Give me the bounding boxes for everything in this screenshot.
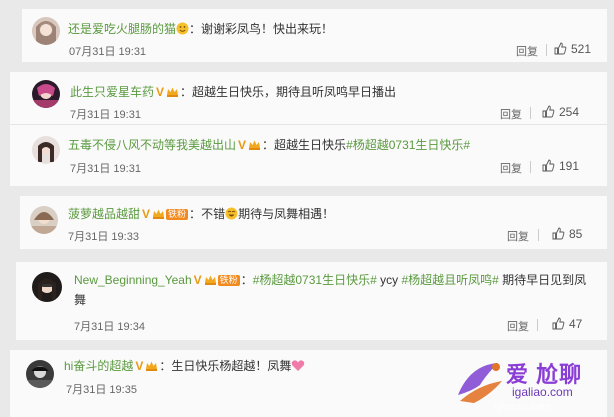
reply-button[interactable]: 回复 — [500, 106, 522, 122]
like-button[interactable]: 191 — [542, 159, 579, 173]
comment-line: hi奋斗的超越 V ：生日快乐杨超越！凤舞 — [64, 358, 305, 374]
reply-button[interactable]: 回复 — [516, 43, 538, 59]
divider — [530, 107, 531, 119]
like-count: 191 — [559, 159, 580, 173]
thumbs-up-icon — [552, 227, 565, 240]
heart-emoji-icon — [291, 359, 305, 372]
site-watermark: 爱 尬聊 igaliao.com qkouru.com — [450, 355, 610, 415]
comment-text: 期待早日见到凤 — [502, 273, 587, 287]
username-link[interactable]: 菠萝越品越甜 — [68, 207, 140, 221]
verified-v-icon: V — [135, 359, 144, 373]
divider — [546, 44, 547, 56]
crown-icon — [166, 86, 179, 97]
smile-emoji-icon — [176, 22, 189, 35]
like-count: 521 — [571, 42, 592, 56]
crown-icon — [152, 208, 165, 219]
fan-medal-badge: 铁粉 — [217, 275, 240, 286]
thumbs-up-icon — [542, 105, 555, 118]
avatar[interactable] — [32, 17, 60, 45]
verified-v-icon: V — [193, 273, 202, 287]
comment-text: 生日快乐杨超越！凤舞 — [171, 359, 292, 373]
verified-v-icon: V — [238, 138, 247, 152]
crown-icon — [248, 139, 261, 150]
username-link[interactable]: hi奋斗的超越 — [64, 359, 133, 373]
comment-text: 不错 — [201, 207, 226, 221]
comment-card: New_Beginning_Yeah V 铁粉 ：#杨超越0731生日快乐# ycy … — [16, 262, 607, 340]
like-button[interactable]: 47 — [552, 317, 582, 331]
comment-card: 还是爱吃火腿肠的猫 ：谢谢彩凤鸟！快出来玩！ 07月31日 19:31 回复 52… — [22, 9, 607, 62]
comment-text: 超越生日快乐 — [274, 138, 347, 152]
comment-text: 期待与凤舞相遇！ — [238, 207, 335, 221]
hashtag-link[interactable]: #杨超越0731生日快乐# — [346, 138, 470, 152]
comment-text-wrap: 舞 — [74, 293, 87, 307]
fan-medal-badge: 铁粉 — [166, 209, 189, 220]
comment-timestamp: 7月31日 19:31 — [70, 109, 141, 121]
avatar[interactable] — [32, 80, 60, 108]
comment-card: 菠萝越品越甜 V 铁粉 ：不错 期待与凤舞相遇！ 7月31日 19:33 回复 85 — [20, 196, 607, 249]
reply-button[interactable]: 回复 — [507, 318, 529, 334]
comment-line: New_Beginning_Yeah V 铁粉 ：#杨超越0731生日快乐# ycy … — [74, 273, 587, 287]
crown-icon — [204, 274, 217, 285]
comment-card: 五毒不侵八风不动等我美越出山 V ：超越生日快乐#杨超越0731生日快乐# 7月31… — [10, 124, 607, 186]
comment-line: 五毒不侵八风不动等我美越出山 V ：超越生日快乐#杨超越0731生日快乐# — [68, 138, 471, 152]
comment-timestamp: 7月31日 19:35 — [66, 384, 137, 396]
username-link[interactable]: 还是爱吃火腿肠的猫 — [68, 22, 176, 36]
like-button[interactable]: 521 — [554, 42, 591, 56]
thumbs-up-icon — [552, 317, 565, 330]
thumbs-up-icon — [542, 159, 555, 172]
comment-timestamp: 7月31日 19:31 — [70, 163, 141, 175]
thumbs-up-icon — [554, 42, 567, 55]
username-link[interactable]: 此生只爱星车药 — [70, 85, 154, 99]
verified-v-icon: V — [156, 85, 165, 99]
comment-line: 还是爱吃火腿肠的猫 ：谢谢彩凤鸟！快出来玩！ — [68, 22, 334, 36]
laugh-emoji-icon — [225, 207, 238, 220]
comment-text: 谢谢彩凤鸟！快出来玩！ — [201, 22, 334, 36]
comment-timestamp: 7月31日 19:33 — [68, 231, 139, 243]
comment-card: 此生只爱星车药 V ：超越生日快乐，期待且听凤鸣早日播出 7月31日 19:31 回… — [10, 72, 607, 124]
hashtag-link[interactable]: #杨超越0731生日快乐# — [253, 273, 377, 287]
divider — [530, 161, 531, 173]
like-count: 85 — [569, 227, 583, 241]
hashtag-link[interactable]: #杨超越且听凤鸣# — [401, 273, 498, 287]
username-link[interactable]: 五毒不侵八风不动等我美越出山 — [68, 138, 236, 152]
avatar[interactable] — [32, 272, 62, 302]
verified-v-icon: V — [142, 207, 151, 221]
like-button[interactable]: 254 — [542, 105, 579, 119]
comment-line: 菠萝越品越甜 V 铁粉 ：不错 期待与凤舞相遇！ — [68, 207, 335, 221]
avatar[interactable] — [30, 206, 58, 234]
watermark-domain: igaliao.com — [512, 385, 573, 399]
watermark-domain-2: qkouru.com — [494, 401, 552, 413]
comment-line: 此生只爱星车药 V ：超越生日快乐，期待且听凤鸣早日播出 — [70, 85, 397, 99]
avatar[interactable] — [32, 136, 60, 164]
comment-timestamp: 07月31日 19:31 — [69, 46, 147, 58]
like-count: 254 — [559, 105, 580, 119]
comment-timestamp: 7月31日 19:34 — [74, 321, 145, 333]
comment-text: 超越生日快乐，期待且听凤鸣早日播出 — [192, 85, 397, 99]
avatar[interactable] — [26, 360, 54, 388]
reply-button[interactable]: 回复 — [507, 228, 529, 244]
crown-icon — [145, 360, 158, 371]
like-button[interactable]: 85 — [552, 227, 582, 241]
comment-text: ycy — [380, 273, 399, 287]
username-link[interactable]: New_Beginning_Yeah — [74, 273, 192, 287]
divider — [537, 319, 538, 331]
like-count: 47 — [569, 317, 583, 331]
reply-button[interactable]: 回复 — [500, 160, 522, 176]
divider — [538, 229, 539, 241]
